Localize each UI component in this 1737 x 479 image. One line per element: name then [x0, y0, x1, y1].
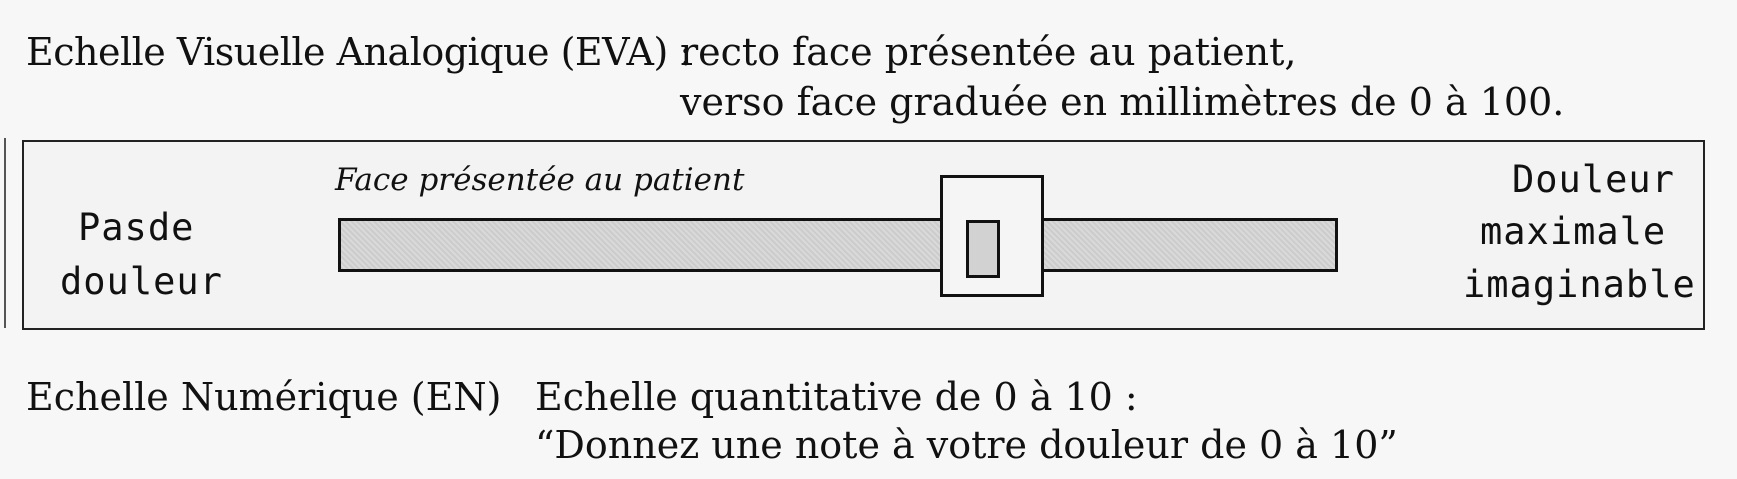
left-anchor-line2: douleur [60, 260, 223, 303]
left-anchor-line1: Pasde [78, 206, 195, 249]
en-description-line1: Echelle quantitative de 0 à 10 : [535, 375, 1138, 419]
eva-description-line1: recto face présentée au patient, [680, 30, 1297, 74]
en-description-line2: “Donnez une note à votre douleur de 0 à … [535, 423, 1398, 467]
page-edge-mark [4, 138, 6, 328]
eva-title: Echelle Visuelle Analogique (EVA) : [26, 30, 692, 74]
eva-description-line2: verso face graduée en millimètres de 0 à… [680, 80, 1565, 124]
scale-face-caption: Face présentée au patient [335, 162, 745, 198]
right-anchor-line2: maximale [1480, 210, 1667, 253]
slider-cursor-indicator [966, 220, 1000, 278]
slider-track[interactable] [338, 218, 1338, 272]
right-anchor-line3: imaginable [1463, 263, 1696, 306]
en-title: Echelle Numérique (EN) [26, 375, 502, 419]
right-anchor-line1: Douleur [1512, 158, 1675, 201]
